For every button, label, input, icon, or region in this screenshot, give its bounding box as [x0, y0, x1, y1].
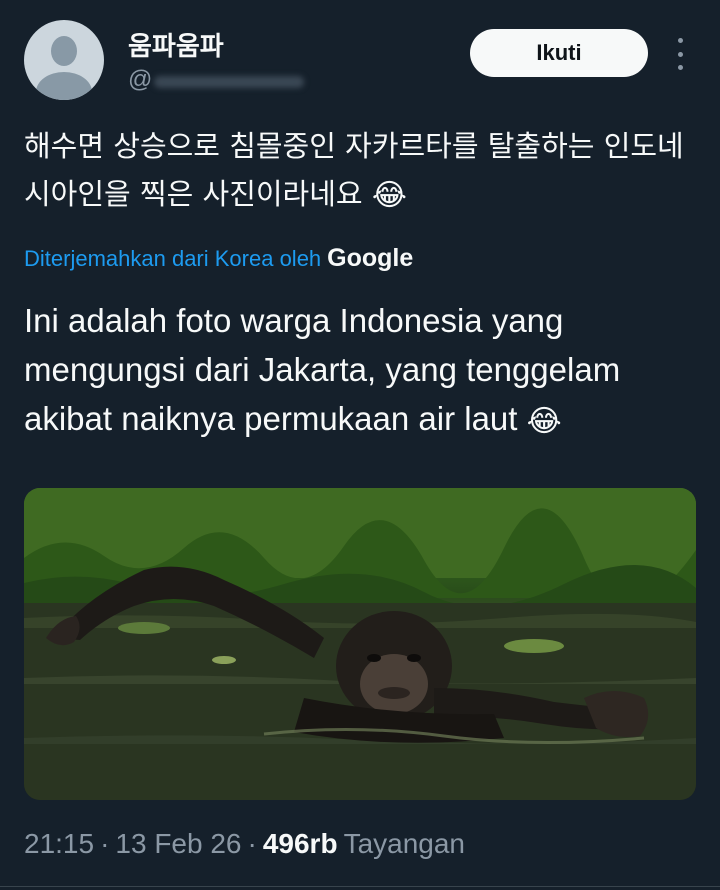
tweet-meta: 21:15 · 13 Feb 26 · 496rb Tayangan [24, 828, 465, 860]
divider [0, 886, 720, 887]
tweet-date[interactable]: 13 Feb 26 [115, 828, 241, 860]
tweet-original-text: 해수면 상승으로 침몰중인 자카르타를 탈출하는 인도네시아인을 찍은 사진이라… [24, 122, 704, 220]
view-count: 496rb [262, 828, 338, 859]
laughing-emoji-icon: 😂 [371, 178, 407, 213]
tweet-time[interactable]: 21:15 [24, 828, 94, 860]
tweet-photo[interactable] [24, 488, 696, 800]
original-text-body: 해수면 상승으로 침몰중인 자카르타를 탈출하는 인도네시아인을 찍은 사진이라… [24, 129, 684, 211]
avatar[interactable] [24, 20, 104, 100]
avatar-body [36, 72, 92, 100]
more-vertical-icon[interactable] [668, 38, 692, 70]
translation-notice-text[interactable]: Diterjemahkan dari Korea oleh [24, 246, 321, 272]
meta-separator: · [247, 828, 257, 859]
chimpanzee-wading-illustration [24, 488, 696, 800]
follow-button[interactable]: Ikuti [470, 29, 648, 77]
tweet-header: 움파움파 @ Ikuti [0, 0, 720, 110]
author-display-name[interactable]: 움파움파 [128, 26, 224, 63]
tweet-translated-text: Ini adalah foto warga Indonesia yang men… [24, 296, 704, 446]
author-handle[interactable]: @ [128, 66, 152, 94]
view-count-label: Tayangan [343, 828, 465, 859]
handle-redaction [154, 76, 304, 88]
avatar-head [51, 36, 77, 66]
google-logo: Google [327, 244, 414, 272]
meta-separator: · [100, 828, 110, 859]
translation-notice[interactable]: Diterjemahkan dari Korea oleh Google [24, 244, 413, 273]
laughing-emoji-icon: 😂 [526, 404, 562, 438]
